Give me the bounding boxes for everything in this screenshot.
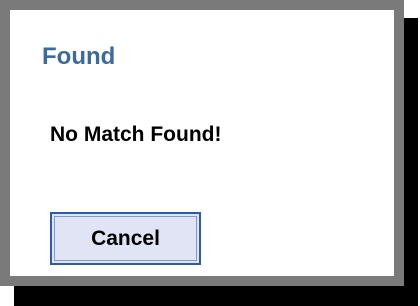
- found-dialog: Found No Match Found! Cancel: [0, 0, 404, 286]
- dialog-message: No Match Found!: [50, 123, 222, 146]
- dialog-title: Found: [42, 43, 116, 70]
- cancel-button[interactable]: Cancel: [50, 212, 201, 265]
